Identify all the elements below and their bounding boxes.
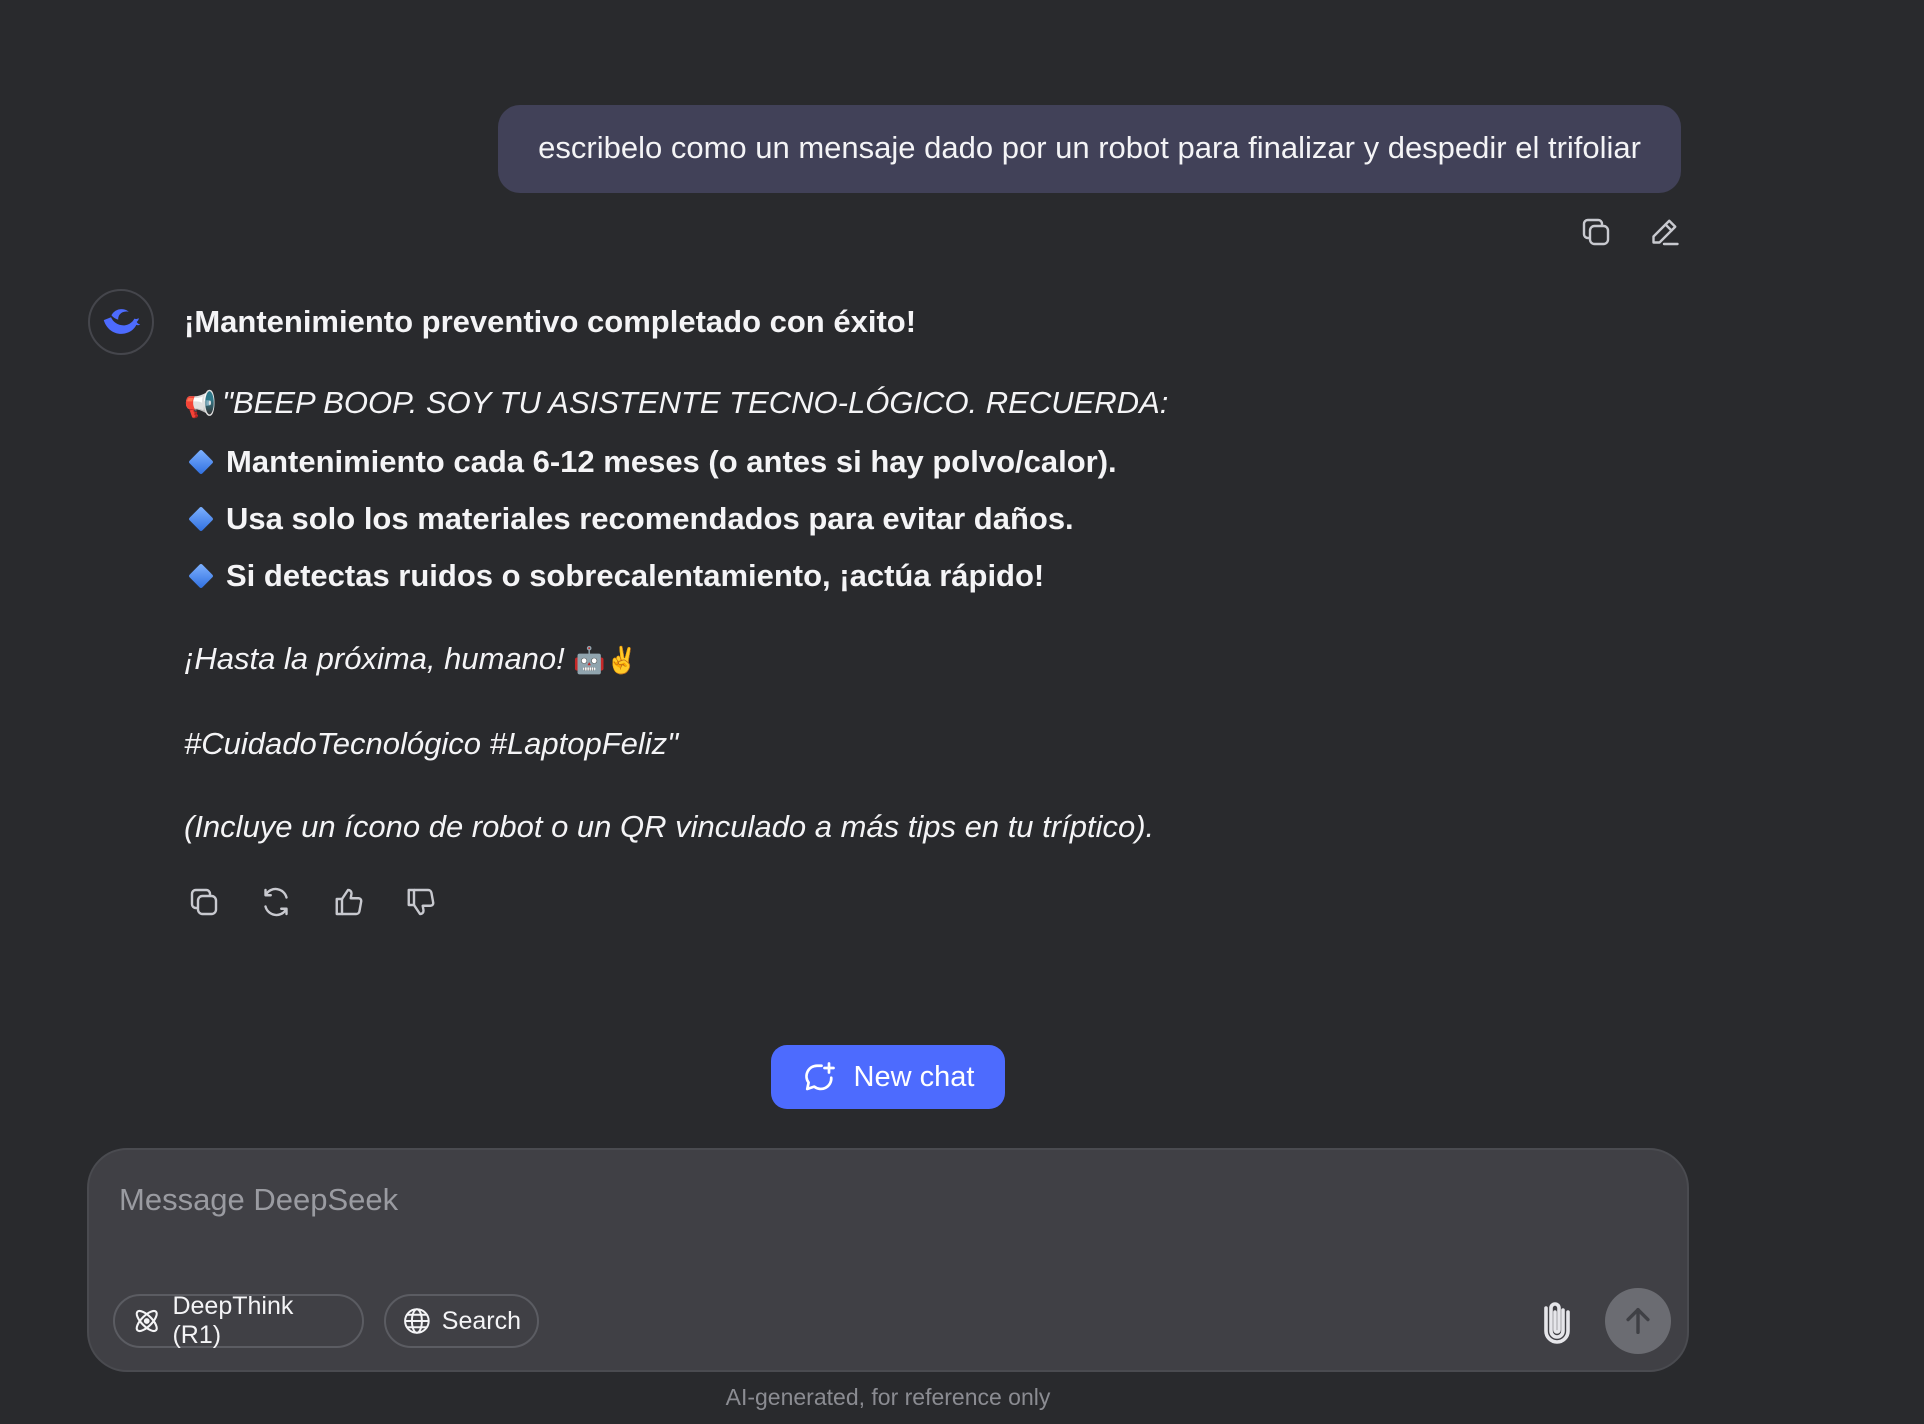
message-composer: DeepThink (R1) Search [87,1148,1689,1372]
blue-diamond-icon [188,449,214,475]
new-chat-label: New chat [853,1060,975,1093]
farewell-text: ¡Hasta la próxima, humano! [184,641,565,676]
arrow-up-icon [1626,1307,1650,1335]
new-chat-button[interactable]: New chat [771,1045,1005,1109]
disclaimer-text: AI-generated, for reference only [725,1384,1051,1410]
answer-bullet: Usa solo los materiales recomendados par… [184,490,1684,547]
user-message-actions [1576,212,1684,252]
copy-icon[interactable] [184,882,224,922]
answer-note: (Incluye un ícono de robot o un QR vincu… [184,809,1155,844]
answer-bullet: Mantenimiento cada 6-12 meses (o antes s… [184,433,1684,490]
atom-icon [135,1309,158,1333]
deepthink-label: DeepThink (R1) [172,1292,294,1349]
copy-icon[interactable] [1576,212,1616,252]
new-chat-icon [804,1062,835,1091]
bullet-text: Si detectas ruidos o sobrecalentamiento,… [226,558,1045,593]
search-label: Search [441,1306,521,1335]
thumbs-down-icon[interactable] [400,882,440,922]
answer-bullet: Si detectas ruidos o sobrecalentamiento,… [184,547,1684,604]
blue-diamond-icon [188,506,214,532]
deepthink-toggle[interactable]: DeepThink (R1) [113,1292,364,1349]
bullet-text: Usa solo los materiales recomendados par… [226,501,1074,536]
message-input[interactable] [117,1180,1621,1244]
globe-icon [404,1308,430,1334]
answer-intro-line: 📢 "BEEP BOOP. SOY TU ASISTENTE TECNO-LÓGI… [184,374,1684,433]
chat-page: escribelo como un mensaje dado por un ro… [0,0,1924,1424]
megaphone-icon: 📢 [184,389,217,419]
blue-diamond-icon [188,563,214,589]
user-message-bubble: escribelo como un mensaje dado por un ro… [498,105,1681,193]
thumbs-up-icon[interactable] [328,882,368,922]
answer-heading: ¡Mantenimiento preventivo completado con… [184,304,917,339]
assistant-message: ¡Mantenimiento preventivo completado con… [184,296,1684,855]
deepseek-whale-icon [103,309,141,334]
user-message-text: escribelo como un mensaje dado por un ro… [538,130,1641,165]
answer-intro: "BEEP BOOP. SOY TU ASISTENTE TECNO-LÓGIC… [222,385,1169,420]
answer-actions [184,882,440,922]
paperclip-icon[interactable] [1529,1294,1585,1350]
robot-victory-emoji: 🤖✌️ [573,645,639,675]
edit-icon[interactable] [1644,212,1684,252]
bullet-text: Mantenimiento cada 6-12 meses (o antes s… [226,444,1117,479]
answer-hashtags: #CuidadoTecnológico #LaptopFeliz" [184,726,679,761]
search-toggle[interactable]: Search [384,1294,539,1348]
answer-farewell: ¡Hasta la próxima, humano! 🤖✌️ [184,630,1684,689]
send-button[interactable] [1605,1288,1671,1354]
regenerate-icon[interactable] [256,882,296,922]
assistant-avatar [88,289,154,355]
